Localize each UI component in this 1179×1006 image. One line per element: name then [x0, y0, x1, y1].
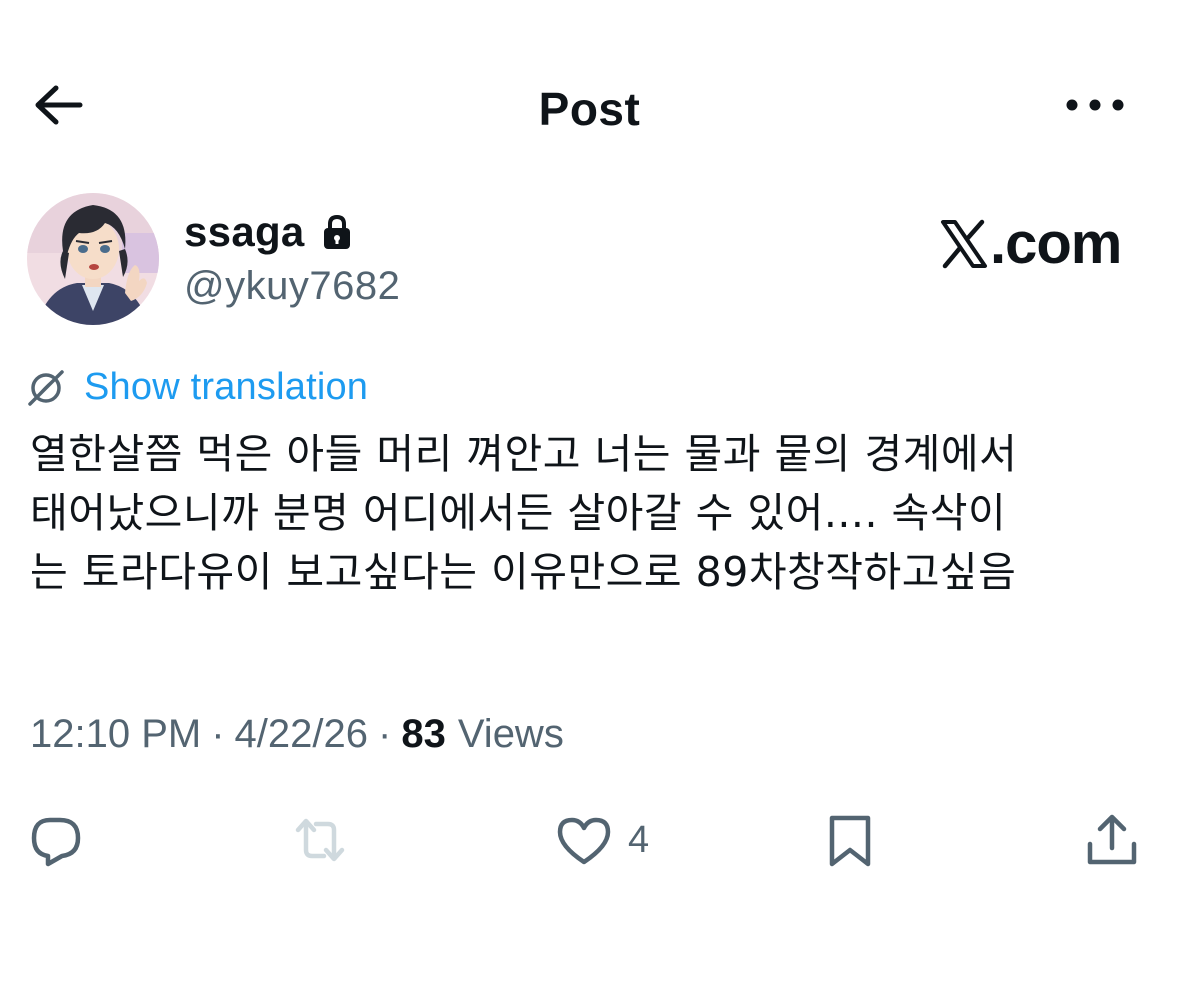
x-com-watermark: .com [940, 210, 1122, 277]
more-horizontal-icon [1066, 99, 1124, 111]
action-bar: 4 [0, 800, 1179, 880]
meta-separator: · [211, 712, 225, 756]
show-translation-label[interactable]: Show translation [84, 366, 368, 409]
post-text: 열한살쯤 먹은 아들 머리 껴안고 너는 물과 뭍의 경계에서 태어났으니까 분… [30, 430, 1018, 596]
share-icon [1087, 814, 1137, 865]
post-date: 4/22/26 [234, 712, 369, 756]
like-count[interactable]: 4 [628, 819, 649, 862]
post-time: 12:10 PM [30, 712, 202, 756]
post-meta: 12:10 PM · 4/22/26 · 83 Views [30, 712, 564, 757]
avatar-image [27, 193, 159, 325]
bookmark-button[interactable] [820, 800, 880, 880]
repost-button[interactable] [290, 800, 350, 880]
post-detail-page: Post ssaga @ykuy7682 .com Show translati… [0, 0, 1179, 1006]
repost-icon [295, 818, 345, 862]
reply-button[interactable] [26, 800, 86, 880]
bookmark-icon [829, 815, 871, 867]
show-translation-button[interactable]: Show translation [26, 366, 368, 409]
x-logo-icon [941, 219, 987, 268]
top-bar: Post [0, 60, 1179, 150]
reply-icon [31, 817, 81, 867]
page-title: Post [538, 83, 641, 135]
translate-icon [28, 369, 64, 406]
more-button[interactable] [1060, 85, 1130, 125]
avatar[interactable] [27, 193, 159, 325]
views-count[interactable]: 83 [401, 712, 446, 757]
share-button[interactable] [1082, 800, 1142, 880]
user-handle[interactable]: @ykuy7682 [184, 264, 400, 309]
views-label[interactable]: Views [458, 712, 564, 757]
heart-icon [557, 817, 611, 865]
watermark-text: .com [990, 211, 1122, 276]
like-button[interactable]: 4 [554, 800, 649, 880]
lock-icon [323, 214, 350, 249]
display-name[interactable]: ssaga [184, 208, 305, 256]
display-name-row[interactable]: ssaga [184, 208, 353, 256]
meta-separator: · [378, 712, 392, 756]
